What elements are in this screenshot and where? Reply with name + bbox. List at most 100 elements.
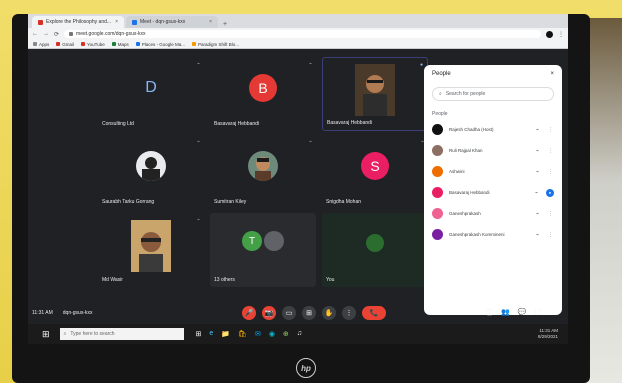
browser-tabstrip: Explore the Philosophy and... × Meet - d… xyxy=(28,14,568,28)
profile-avatar[interactable] xyxy=(546,30,553,38)
participant-tile[interactable]: ⌁ Md Wasir xyxy=(98,213,204,287)
windows-start-icon[interactable]: ⊞ xyxy=(42,329,50,340)
chat-icon[interactable]: 💬 xyxy=(518,308,527,318)
new-tab-button[interactable]: + xyxy=(220,21,230,28)
bookmark-item[interactable]: YouTube xyxy=(81,42,105,47)
person-name: Ruli Rajpal Khan xyxy=(449,148,483,153)
participant-tile[interactable]: B ⌁ Basavaraj Hebbandi xyxy=(210,57,316,131)
call-controls: 🎤 📷 ▭ ⊞ ✋ ⋮ 📞 xyxy=(242,306,386,320)
more-options-icon[interactable]: ⋮ xyxy=(547,127,554,133)
people-list-item[interactable]: Basavaraj Hebbandi ⌁ ● xyxy=(432,186,554,199)
more-options-icon[interactable]: ⋮ xyxy=(547,232,554,238)
participant-tile[interactable]: S ⌁ Snigdha Mohan xyxy=(322,135,428,209)
back-button[interactable]: ← xyxy=(32,31,38,37)
self-video xyxy=(360,229,390,260)
forward-button[interactable]: → xyxy=(43,31,49,37)
people-icon[interactable]: 👥 xyxy=(501,308,510,318)
browser-menu-icon[interactable]: ⋮ xyxy=(558,31,564,38)
store-icon[interactable]: 🛍 xyxy=(238,330,247,338)
bookmark-item[interactable]: Paradigm Shift Blo... xyxy=(192,42,239,47)
bookmark-item[interactable]: Apps xyxy=(33,42,49,47)
close-tab-icon[interactable]: × xyxy=(115,19,118,25)
participant-avatar: T xyxy=(242,231,262,252)
self-tile[interactable]: You xyxy=(322,213,428,287)
bookmarks-bar: Apps Gmail YouTube Maps Places - Google Ma..… xyxy=(28,40,568,49)
people-search-input[interactable]: ⌕ Search for people xyxy=(432,87,554,101)
mic-off-icon: ⌁ xyxy=(535,168,539,175)
meeting-code: dqn-gsus-kxx xyxy=(62,310,93,316)
people-list-item[interactable]: Ruli Rajpal Khan ⌁ ⋮ xyxy=(432,144,554,157)
mail-icon[interactable]: ✉ xyxy=(255,330,261,338)
gmail-icon xyxy=(56,42,61,46)
more-options-icon[interactable]: ⋮ xyxy=(547,148,554,154)
browser-tab[interactable]: Explore the Philosophy and... × xyxy=(32,16,124,28)
participant-tile[interactable]: T 13 others xyxy=(210,213,316,287)
camera-button[interactable]: 📷 xyxy=(262,306,276,320)
address-text: meet.google.com/dqn-gsus-kxx xyxy=(76,31,146,37)
present-button[interactable]: ⊞ xyxy=(302,306,316,320)
bookmark-item[interactable]: Gmail xyxy=(56,42,74,47)
meeting-details-icon[interactable]: ⓘ xyxy=(486,308,493,318)
participant-avatar: S xyxy=(361,152,389,181)
mic-off-icon: ⌁ xyxy=(535,147,539,154)
people-list-item[interactable]: Ganeshprakash ⌁ ⋮ xyxy=(432,207,554,220)
browser-tab[interactable]: Meet - dqn-gsus-kxx × xyxy=(126,16,218,28)
more-options-icon[interactable]: ⋮ xyxy=(547,211,554,217)
file-explorer-icon[interactable]: 📁 xyxy=(221,330,230,338)
people-list-item[interactable]: Rajesh Chadha (Host) ⌁ ⋮ xyxy=(432,123,554,136)
participant-tile[interactable]: ⌁ Sumitran Kiley xyxy=(210,135,316,209)
mic-button[interactable]: 🎤 xyxy=(242,306,256,320)
person-name: Ashwini xyxy=(449,169,465,174)
person-avatar xyxy=(432,187,443,198)
person-name: Basavaraj Hebbandi xyxy=(449,190,490,195)
meet-control-bar: 11:31 AM dqn-gsus-kxx 🎤 📷 ▭ ⊞ ✋ ⋮ 📞 ⓘ 👥 💬 ⬚ xyxy=(28,302,568,324)
participant-tile[interactable]: ⌁ Saurabh Tarku Gorrang xyxy=(98,135,204,209)
close-tab-icon[interactable]: × xyxy=(209,19,212,25)
bookmark-item[interactable]: Places - Google Ma... xyxy=(135,41,186,47)
chrome-icon[interactable]: ◉ xyxy=(269,330,275,338)
more-options-button[interactable]: ⋮ xyxy=(342,306,356,320)
bookmark-label: Apps xyxy=(39,41,50,47)
taskbar-search-input[interactable]: ⌕ Type here to search xyxy=(59,328,184,340)
captions-button[interactable]: ▭ xyxy=(282,306,296,320)
person-avatar xyxy=(432,229,443,240)
mic-off-icon: ⌁ xyxy=(535,231,539,238)
person-avatar xyxy=(432,208,443,219)
participant-avatar xyxy=(136,151,166,182)
more-options-icon[interactable]: ⋮ xyxy=(547,169,554,175)
speaking-indicator-icon[interactable]: ● xyxy=(546,188,554,197)
participant-avatar xyxy=(264,231,284,252)
participant-tile[interactable]: ● Basavaraj Hebbandi xyxy=(322,57,428,131)
bookmark-label: Places - Google Ma... xyxy=(141,41,186,47)
youtube-icon xyxy=(81,42,86,46)
bookmark-label: Gmail xyxy=(62,41,75,47)
participant-name: Basavaraj Hebbandi xyxy=(327,120,373,126)
people-list-item[interactable]: Ganeshprakash Kommineni ⌁ ⋮ xyxy=(432,228,554,241)
edge-icon[interactable]: e xyxy=(209,330,213,338)
task-view-icon[interactable]: ⊞ xyxy=(196,330,202,338)
search-icon: ⌕ xyxy=(439,91,442,97)
participant-tile[interactable]: D ⌁ Consulting Ltd xyxy=(98,57,204,131)
blog-icon xyxy=(192,42,197,46)
meeting-time: 11:31 AM xyxy=(32,310,53,316)
panel-title: People xyxy=(432,71,451,77)
people-list-item[interactable]: Ashwini ⌁ ⋮ xyxy=(432,165,554,178)
tray-date: 8/29/2021 xyxy=(537,334,558,339)
bookmark-item[interactable]: Maps xyxy=(111,42,129,47)
mic-off-icon: ⌁ xyxy=(535,126,539,133)
leave-call-button[interactable]: 📞 xyxy=(362,306,386,320)
video-grid: D ⌁ Consulting Ltd B ⌁ Basavaraj Hebband… xyxy=(98,57,428,307)
participant-video xyxy=(131,220,171,273)
reload-button[interactable]: ⟳ xyxy=(54,31,59,38)
app-icon[interactable]: ⊕ xyxy=(283,330,289,338)
bookmark-label: YouTube xyxy=(87,41,105,47)
hp-logo: hp xyxy=(296,358,316,378)
self-name: You xyxy=(326,277,335,283)
activities-icon[interactable]: ⬚ xyxy=(534,308,541,318)
mic-off-icon: ⌁ xyxy=(535,210,539,217)
raise-hand-button[interactable]: ✋ xyxy=(322,306,336,320)
media-icon[interactable]: ♫ xyxy=(297,330,302,338)
tab-label: Meet - dqn-gsus-kxx xyxy=(140,19,186,25)
address-bar[interactable]: meet.google.com/dqn-gsus-kxx xyxy=(64,30,541,38)
close-icon[interactable]: × xyxy=(550,71,554,77)
